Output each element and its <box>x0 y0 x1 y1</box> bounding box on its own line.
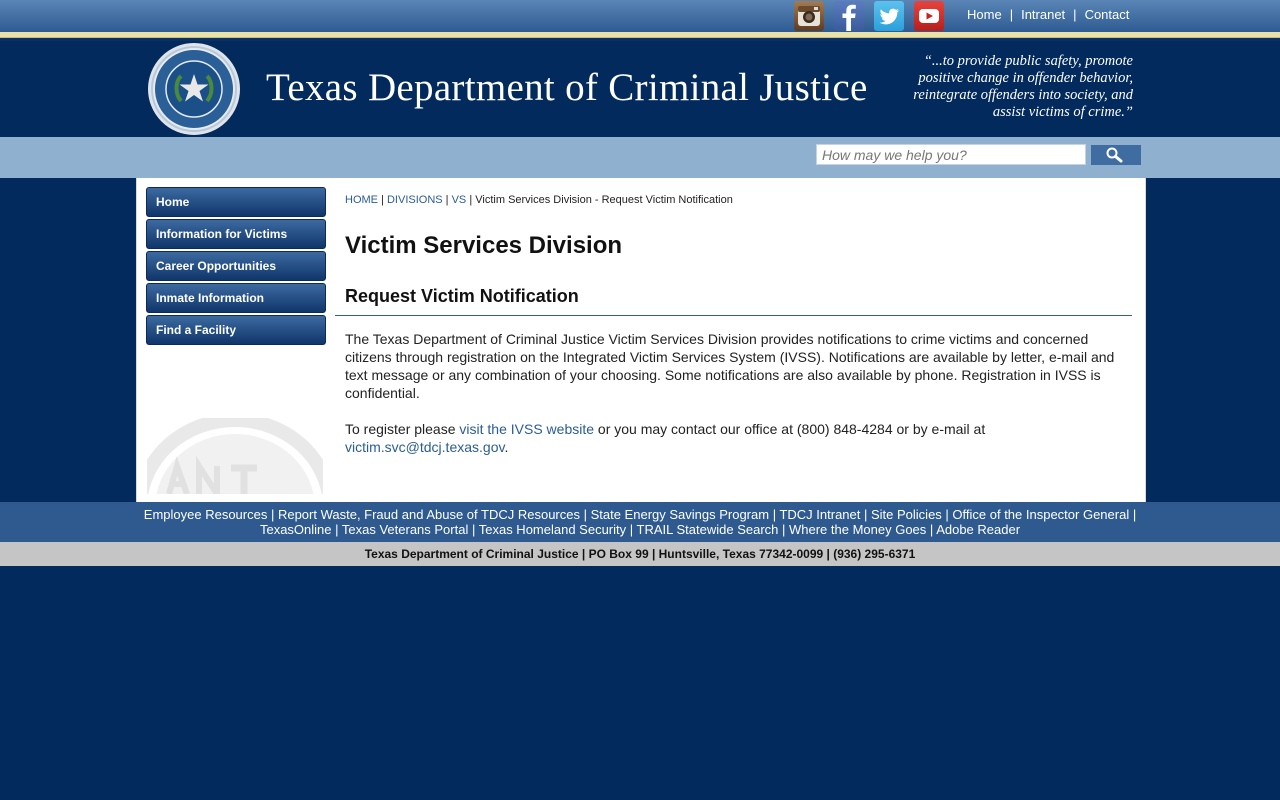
breadcrumb-current: Victim Services Division - Request Victi… <box>475 194 733 206</box>
email-link[interactable]: victim.svc@tdcj.texas.gov <box>345 439 504 455</box>
phone-link[interactable]: (800) 848-4284 <box>797 421 893 437</box>
footer-link-adobe-reader[interactable]: Adobe Reader <box>936 522 1020 537</box>
search-input[interactable] <box>816 144 1086 165</box>
sidebar-item-home[interactable]: Home <box>146 187 326 217</box>
breadcrumb-link-home[interactable]: HOME <box>345 194 378 206</box>
instagram-icon[interactable] <box>794 1 824 31</box>
site-title[interactable]: Texas Department of Criminal Justice <box>266 65 868 110</box>
facebook-icon[interactable] <box>834 1 864 31</box>
footer-link-inspector-general[interactable]: Office of the Inspector General <box>952 507 1129 522</box>
site-motto: “...to provide public safety, promote po… <box>913 53 1133 120</box>
sidebar-item-find-a-facility[interactable]: Find a Facility <box>146 315 326 345</box>
tdcj-seal-icon[interactable] <box>148 43 240 135</box>
intro-paragraph: The Texas Department of Criminal Justice… <box>345 331 1115 401</box>
sidebar-item-information-for-victims[interactable]: Information for Victims <box>146 219 326 249</box>
ivss-website-link[interactable]: visit the IVSS website <box>459 421 594 437</box>
sidebar-nav: Home Information for Victims Career Oppo… <box>146 187 326 347</box>
page-content: Home Information for Victims Career Oppo… <box>136 178 1146 502</box>
footer-link-tdcj-intranet[interactable]: TDCJ Intranet <box>779 507 860 522</box>
footer-link-employee-resources[interactable]: Employee Resources <box>144 507 268 522</box>
breadcrumb: HOME | DIVISIONS | VS | Victim Services … <box>345 194 733 206</box>
top-link-intranet[interactable]: Intranet <box>1021 7 1065 22</box>
footer-address: Texas Department of Criminal Justice | P… <box>0 542 1280 566</box>
register-paragraph: To register please visit the IVSS websit… <box>345 421 986 455</box>
search-band <box>0 137 1280 178</box>
top-link-contact[interactable]: Contact <box>1085 7 1130 22</box>
footer-link-where-money-goes[interactable]: Where the Money Goes <box>789 522 926 537</box>
footer-row-1: Employee Resources | Report Waste, Fraud… <box>143 507 1137 522</box>
search-icon <box>1106 147 1123 163</box>
footer-row-2: TexasOnline | Texas Veterans Portal | Te… <box>259 522 1021 537</box>
footer-link-texasonline[interactable]: TexasOnline <box>260 522 332 537</box>
top-bar: Home | Intranet | Contact <box>0 0 1280 32</box>
sidebar-item-inmate-information[interactable]: Inmate Information <box>146 283 326 313</box>
page-subtitle: Request Victim Notification <box>345 286 579 306</box>
footer-link-site-policies[interactable]: Site Policies <box>871 507 942 522</box>
sidebar-watermark-image <box>147 418 323 494</box>
footer-links: Employee Resources | Report Waste, Fraud… <box>0 502 1280 542</box>
top-links: Home | Intranet | Contact <box>967 7 1130 22</box>
youtube-icon[interactable] <box>914 1 944 31</box>
top-link-home[interactable]: Home <box>967 7 1002 22</box>
page-title: Victim Services Division <box>345 232 623 259</box>
footer-link-veterans-portal[interactable]: Texas Veterans Portal <box>342 522 468 537</box>
search-button[interactable] <box>1091 145 1141 165</box>
top-stripe <box>0 32 1280 41</box>
site-header: Texas Department of Criminal Justice “..… <box>0 41 1280 137</box>
footer-link-homeland-security[interactable]: Texas Homeland Security <box>479 522 626 537</box>
footer-link-trail-search[interactable]: TRAIL Statewide Search <box>637 522 779 537</box>
sidebar-item-career-opportunities[interactable]: Career Opportunities <box>146 251 326 281</box>
twitter-icon[interactable] <box>874 1 904 31</box>
section-divider <box>335 315 1132 316</box>
breadcrumb-link-vs[interactable]: VS <box>452 194 467 206</box>
breadcrumb-link-divisions[interactable]: DIVISIONS <box>387 194 443 206</box>
footer-link-energy-savings[interactable]: State Energy Savings Program <box>591 507 769 522</box>
footer-link-report-waste[interactable]: Report Waste, Fraud and Abuse of TDCJ Re… <box>278 507 580 522</box>
